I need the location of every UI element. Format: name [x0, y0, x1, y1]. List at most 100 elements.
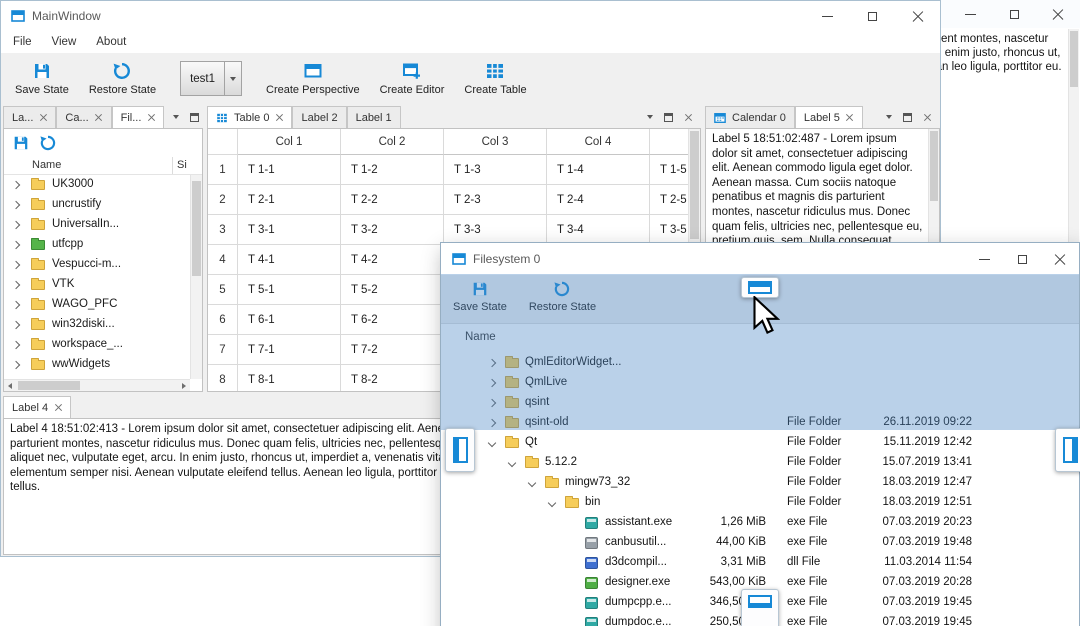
dock-close-icon[interactable] — [923, 113, 931, 121]
create-table-button[interactable]: Create Table — [454, 58, 536, 99]
file-row[interactable]: assistant.exe 1,26 MiB exe File 07.03.2019 … — [442, 513, 1078, 533]
table-cell[interactable]: T 1-3 — [444, 155, 547, 185]
tabs-menu-icon[interactable] — [886, 115, 892, 119]
tree-item[interactable]: win32diski... — [4, 315, 190, 335]
tab-label-5[interactable]: Label 5 — [794, 106, 863, 128]
create-perspective-button[interactable]: Create Perspective — [256, 58, 370, 99]
close-button[interactable] — [895, 1, 940, 31]
column-header[interactable]: Col 4 — [547, 129, 650, 155]
row-header[interactable]: 7 — [208, 335, 238, 365]
expand-chevron-icon[interactable] — [507, 458, 517, 468]
undock-icon[interactable] — [190, 112, 200, 122]
tab-calendar-0[interactable]: Calendar 0 — [705, 106, 795, 128]
column-header[interactable]: Col 3 — [444, 129, 547, 155]
tabs-menu-icon[interactable] — [647, 115, 653, 119]
table-cell[interactable]: T 3-3 — [444, 215, 547, 245]
expand-chevron-icon[interactable] — [547, 498, 557, 508]
expand-chevron-icon[interactable] — [527, 478, 537, 488]
expand-chevron-icon[interactable] — [11, 360, 21, 370]
scrollbar-thumb[interactable] — [192, 181, 201, 276]
dock-close-icon[interactable] — [684, 113, 692, 121]
tab-close-icon[interactable] — [39, 114, 47, 122]
close-button[interactable] — [1036, 0, 1080, 28]
tab-close-icon[interactable] — [54, 404, 62, 412]
restore-icon[interactable] — [39, 134, 57, 152]
minimize-button[interactable] — [948, 0, 992, 28]
row-header[interactable]: 4 — [208, 245, 238, 275]
dock-right-indicator[interactable] — [1055, 428, 1080, 472]
row-header[interactable]: 5 — [208, 275, 238, 305]
expand-chevron-icon[interactable] — [11, 240, 21, 250]
table-cell[interactable]: T 2-3 — [444, 185, 547, 215]
tab-close-icon[interactable] — [95, 114, 103, 122]
file-row[interactable]: bin File Folder 18.03.2019 12:51 — [442, 493, 1078, 513]
expand-chevron-icon[interactable] — [11, 260, 21, 270]
scrollbar-thumb[interactable] — [1070, 31, 1078, 87]
tab-label-dock[interactable]: La... — [3, 106, 57, 128]
tab-label-1[interactable]: Label 1 — [346, 106, 401, 128]
table-cell[interactable]: T 8-2 — [341, 365, 444, 391]
tree-item[interactable]: UniversalIn... — [4, 215, 190, 235]
tree-item[interactable]: VTK — [4, 275, 190, 295]
horizontal-scrollbar[interactable] — [4, 379, 190, 391]
perspective-dropdown[interactable]: test1 — [180, 61, 243, 96]
table-cell[interactable]: T 1-1 — [238, 155, 341, 185]
dock-top-indicator[interactable] — [741, 277, 779, 298]
row-header[interactable]: 3 — [208, 215, 238, 245]
tab-filesystem-dock[interactable]: Fil... — [111, 106, 165, 128]
dock-bottom-indicator[interactable] — [741, 589, 779, 626]
table-cell[interactable]: T 5-2 — [341, 275, 444, 305]
tab-label-2[interactable]: Label 2 — [292, 106, 347, 128]
table-cell[interactable]: T 7-1 — [238, 335, 341, 365]
table-cell[interactable]: T 3-4 — [547, 215, 650, 245]
table-cell[interactable]: T 7-2 — [341, 335, 444, 365]
row-header[interactable]: 6 — [208, 305, 238, 335]
minimize-button[interactable] — [805, 1, 850, 31]
scrollbar-thumb[interactable] — [930, 131, 938, 201]
maximize-button[interactable] — [850, 1, 895, 31]
row-header[interactable]: 1 — [208, 155, 238, 185]
tab-label-4[interactable]: Label 4 — [3, 396, 72, 418]
menu-view[interactable]: View — [42, 31, 87, 53]
table-cell[interactable]: T 4-2 — [341, 245, 444, 275]
vertical-splitter[interactable] — [203, 106, 207, 392]
tab-calendar-dock[interactable]: Ca... — [56, 106, 112, 128]
expand-chevron-icon[interactable] — [11, 300, 21, 310]
file-row[interactable]: d3dcompil... 3,31 MiB dll File 11.03.2014 1… — [442, 553, 1078, 573]
file-row[interactable]: canbusutil... 44,00 KiB exe File 07.03.2019… — [442, 533, 1078, 553]
expand-chevron-icon[interactable] — [11, 220, 21, 230]
row-header[interactable]: 8 — [208, 365, 238, 391]
tab-table-0[interactable]: Table 0 — [207, 106, 293, 128]
table-cell[interactable]: T 8-1 — [238, 365, 341, 391]
table-cell[interactable]: T 3-1 — [238, 215, 341, 245]
undock-icon[interactable] — [664, 112, 673, 122]
table-cell[interactable]: T 6-1 — [238, 305, 341, 335]
tree-item[interactable]: wwWidgets — [4, 355, 190, 375]
tree-item[interactable]: utfcpp — [4, 235, 190, 255]
tree-item[interactable]: Vespucci-m... — [4, 255, 190, 275]
table-cell[interactable]: T 6-2 — [341, 305, 444, 335]
save-icon[interactable] — [12, 134, 30, 152]
column-header[interactable]: Col 1 — [238, 129, 341, 155]
dock-left-indicator[interactable] — [445, 428, 475, 472]
undock-icon[interactable] — [903, 112, 912, 122]
table-cell[interactable]: T 2-1 — [238, 185, 341, 215]
table-cell[interactable]: T 1-4 — [547, 155, 650, 185]
table-cell[interactable]: T 2-4 — [547, 185, 650, 215]
table-cell[interactable]: T 4-1 — [238, 245, 341, 275]
menu-about[interactable]: About — [86, 31, 136, 53]
expand-chevron-icon[interactable] — [487, 438, 497, 448]
tree-item[interactable]: uncrustify — [4, 195, 190, 215]
tab-close-icon[interactable] — [275, 114, 283, 122]
tree-item[interactable]: WAGO_PFC — [4, 295, 190, 315]
restore-state-button[interactable]: Restore State — [79, 58, 166, 99]
scroll-right-arrow[interactable] — [178, 380, 190, 391]
expand-chevron-icon[interactable] — [11, 200, 21, 210]
column-header[interactable]: Col 2 — [341, 129, 444, 155]
column-divider[interactable] — [172, 157, 173, 174]
main-titlebar[interactable]: MainWindow — [1, 1, 940, 31]
size-column-header[interactable]: Si — [177, 159, 187, 171]
table-cell[interactable]: T 5-1 — [238, 275, 341, 305]
table-cell[interactable]: T 3-2 — [341, 215, 444, 245]
tree-item[interactable]: workspace_... — [4, 335, 190, 355]
